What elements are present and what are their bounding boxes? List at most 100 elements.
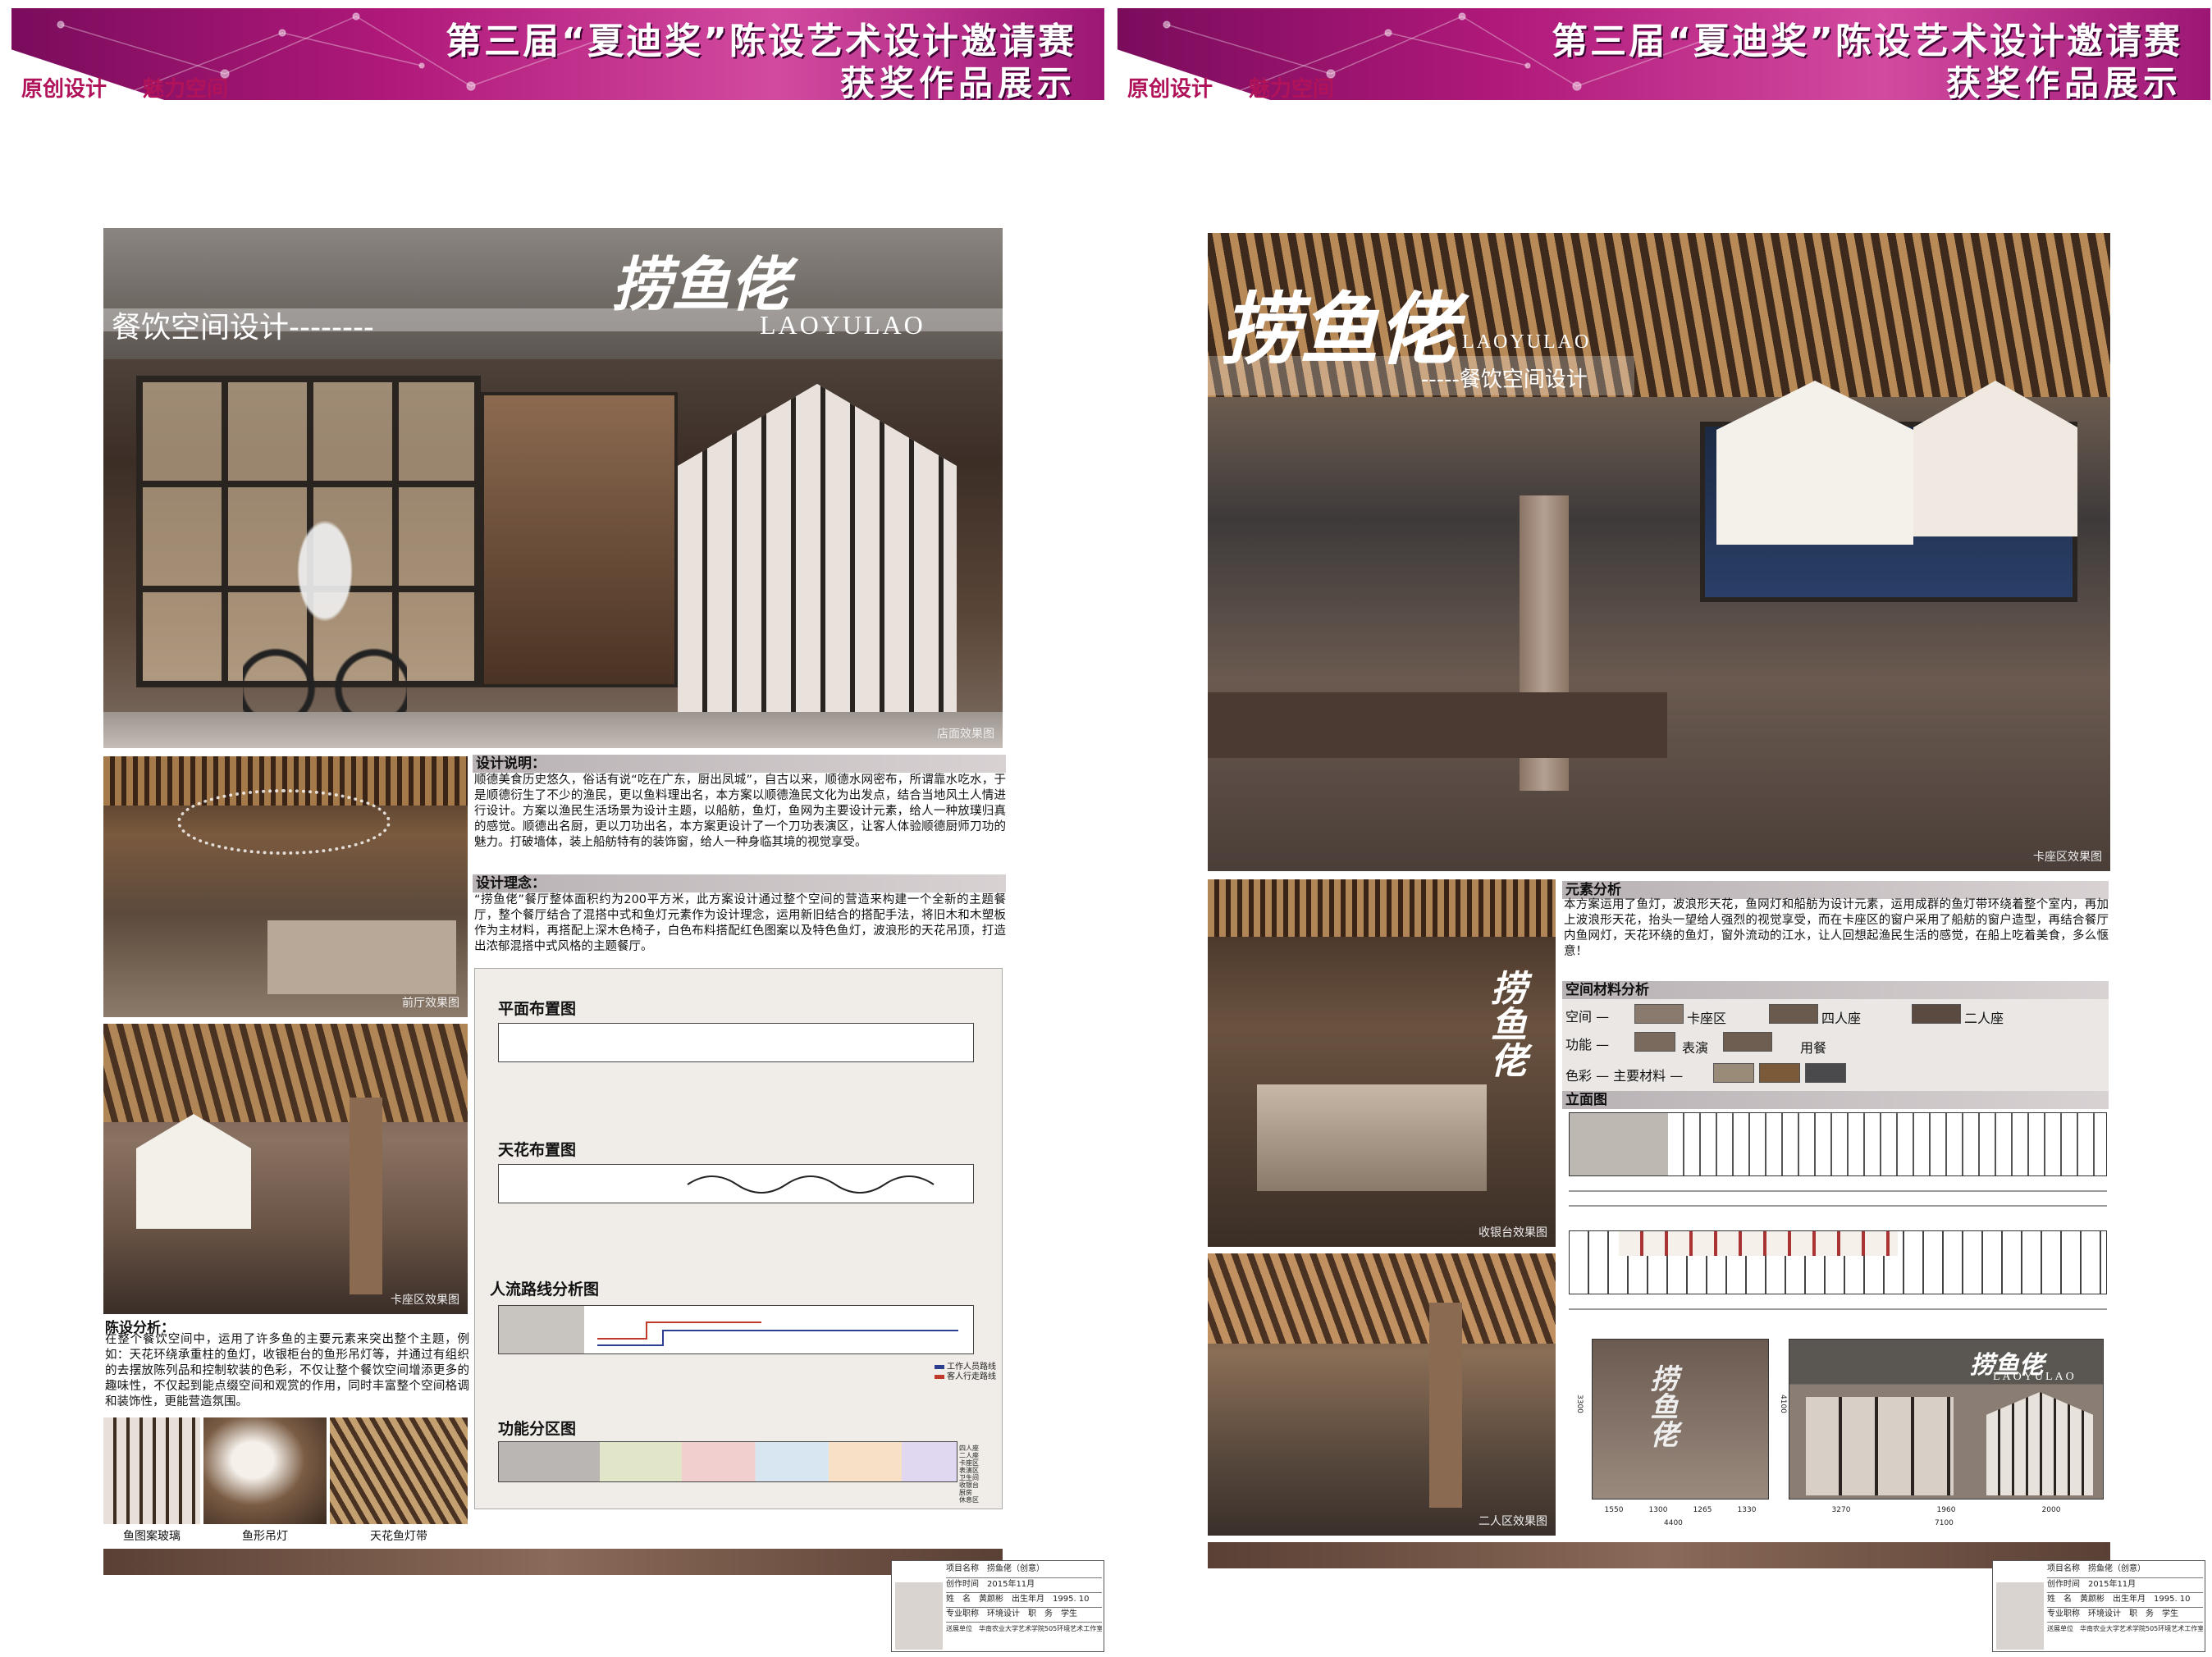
swatch-wood (1713, 1063, 1754, 1083)
plan-title-layout: 平面布置图 (498, 1000, 577, 1018)
booth-hero-render: 捞鱼佬 LAOYULAO -----餐饮空间设计 卡座区效果图 (1208, 233, 2110, 871)
card-row: 创作时间 2015年11月 (2047, 1577, 2203, 1591)
swatch-two (1912, 1004, 1961, 1024)
fish-lights (177, 789, 391, 855)
plan-strip-layout (498, 1023, 974, 1062)
wood-ceiling (1208, 879, 1556, 937)
elevation-c-dims: 1550 1300 1265 1330 (1604, 1506, 1757, 1514)
elevation-d-dims: 3270 1960 2000 (1831, 1506, 2061, 1514)
materials-booth-label: 卡座区 (1687, 1011, 1727, 1026)
legend-item: 卫生间 (959, 1474, 979, 1481)
detail-fish-lamp (203, 1417, 327, 1524)
detail-ceiling-lights (330, 1417, 468, 1524)
elevation-d: 捞鱼佬 LAOYULAO (1789, 1339, 2104, 1500)
elements-text: 本方案运用了鱼灯，波浪形天花，鱼网灯和船舫为设计元素，运用成群的鱼灯带环绕着整个… (1564, 898, 2109, 958)
avatar (895, 1582, 943, 1650)
house-facade (678, 384, 957, 712)
cashier-counter (1257, 1084, 1487, 1191)
elevation-c-total: 4400 (1664, 1519, 1683, 1527)
elevation-b-dims (1569, 1308, 2107, 1310)
design-desc-title: 设计说明： (473, 755, 1006, 773)
booth-canopy (136, 1114, 251, 1229)
cashier-caption: 收银台效果图 (1478, 1226, 1547, 1239)
booth-canopy (1716, 381, 1913, 545)
display-text: 在整个餐饮空间中，运用了许多鱼的主要元素来突出整个主题，例如：天花环绕承重柱的鱼… (105, 1333, 469, 1408)
card-row: 专业职称 环境设计 职 务 学生 (946, 1607, 1102, 1620)
swatch-walnut (1759, 1063, 1800, 1083)
elevation-d-total: 7100 (1935, 1519, 1954, 1527)
front-hall-caption: 前厅效果图 (402, 997, 459, 1010)
elevation-c-logo: 捞鱼佬 (1645, 1364, 1678, 1448)
design-concept-text: “捞鱼佬”餐厅整体面积约为200平方米，此方案设计通过整个空间的营造来构建一个全… (474, 893, 1006, 953)
tagline: 原创设计 魅力空间 (1127, 72, 1370, 103)
detail-fish-glass (103, 1417, 200, 1524)
storefront-render: 捞鱼佬 LAOYULAO 餐饮空间设计-------- 店面效果图 (103, 228, 1003, 748)
dining-table (1208, 692, 1667, 758)
design-concept-title: 设计理念： (473, 874, 1006, 892)
tagline-original: 原创设计 (1127, 77, 1213, 102)
tagline-original: 原创设计 (21, 77, 107, 102)
materials-show-label: 表演 (1682, 1040, 1709, 1056)
materials-title: 空间材料分析 (1562, 981, 2109, 999)
elevation-d-height: 4100 (1779, 1395, 1787, 1413)
center-shop (481, 392, 678, 687)
elevation-a (1569, 1112, 2107, 1176)
hero-heading: 餐饮空间设计-------- (112, 311, 374, 345)
column (350, 1098, 382, 1294)
wave-ceiling (103, 1024, 468, 1122)
storefront-caption: 店面效果图 (937, 728, 994, 741)
swatch-slate (1805, 1063, 1846, 1083)
avatar (1996, 1582, 2044, 1650)
card-row: 姓 名 黄颜彬 出生年月 1995. 10 (2047, 1592, 2203, 1605)
elevation-d-window (1806, 1397, 1954, 1495)
plan-strip-ceiling (498, 1164, 974, 1203)
plans-panel: 平面布置图 天花布置图 人流路线分析图 工作人员路线 客人行走路线 功能分区图 … (474, 968, 1003, 1509)
two-seat-caption: 二人区效果图 (1478, 1515, 1547, 1528)
poster-right: 第三届“夏迪奖”陈设艺术设计邀请赛 获奖作品展示 原创设计 魅力空间 捞鱼佬 LA… (1106, 0, 2212, 1657)
card-row: 姓 名 黄颜彬 出生年月 1995. 10 (946, 1592, 1102, 1605)
footer-strip (1208, 1542, 2110, 1568)
detail-label-glass: 鱼图案玻璃 (123, 1530, 181, 1543)
card-row: 项目名称 捞鱼佬（创意） (946, 1564, 1044, 1573)
card-row: 送展单位 华南农业大学艺术学院505环境艺术工作室 (2047, 1622, 2203, 1635)
circulation-legend: 工作人员路线 客人行走路线 (935, 1363, 996, 1382)
circulation-lines (597, 1321, 958, 1346)
pavement (103, 712, 1003, 748)
cashier-logo: 捞鱼佬 (1484, 970, 1526, 1078)
card-row: 专业职称 环境设计 职 务 学生 (2047, 1607, 2203, 1620)
poster-left: 第三届“夏迪奖”陈设艺术设计邀请赛 获奖作品展示 原创设计 魅力空间 捞鱼佬 LA… (0, 0, 1106, 1657)
materials-row-color: 色彩 — 主要材料 — (1565, 1068, 1684, 1084)
elevation-d-house (1986, 1392, 2093, 1495)
materials-two-label: 二人座 (1964, 1011, 2004, 1026)
detail-label-lamp: 鱼形吊灯 (242, 1530, 288, 1543)
swatch-four (1769, 1004, 1818, 1024)
elevation-c-height: 3300 (1575, 1395, 1584, 1413)
legend-item: 表演区 (959, 1467, 979, 1474)
elevation-c: 捞鱼佬 (1592, 1339, 1769, 1500)
tagline-charm: 魅力空间 (143, 77, 229, 102)
front-hall-render: 前厅效果图 (103, 756, 468, 1017)
legend-guest-route: 客人行走路线 (947, 1372, 996, 1381)
hero-caption: 卡座区效果图 (2033, 851, 2102, 864)
card-row: 送展单位 华南农业大学艺术学院505环境艺术工作室 (946, 1622, 1102, 1635)
function-legend: 四人座 二人座 卡座区 表演区 卫生间 收银台 厨房 休息区 (959, 1445, 979, 1504)
card-row: 项目名称 捞鱼佬（创意） (2047, 1564, 2146, 1573)
wave-ceiling (1208, 1253, 1556, 1344)
plan-title-function: 功能分区图 (498, 1420, 577, 1438)
two-seat-render: 二人区效果图 (1208, 1253, 1556, 1536)
hero-heading: -----餐饮空间设计 (1421, 367, 1588, 392)
design-desc-text: 顺德美食历史悠久，俗话有说“吃在广东，厨出凤城”，自古以来，顺德水网密布，所谓靠… (474, 774, 1006, 849)
banner-subtitle: 获奖作品展示 (1945, 63, 2182, 100)
legend-item: 四人座 (959, 1445, 979, 1452)
materials-panel: 空间 — 卡座区 四人座 二人座 功能 — 表演 用餐 色彩 — 主要材料 — (1562, 999, 2109, 1091)
tagline: 原创设计 魅力空间 (21, 72, 264, 103)
materials-row-space: 空间 — (1565, 1009, 1610, 1025)
swatch-dine (1723, 1032, 1772, 1052)
swatch-booth (1634, 1004, 1684, 1024)
author-card: 项目名称 捞鱼佬（创意） 创作时间 2015年11月 姓 名 黄颜彬 出生年月 … (1992, 1560, 2205, 1652)
elevation-title: 立面图 (1562, 1091, 2109, 1109)
legend-item: 收银台 (959, 1481, 979, 1489)
materials-four-label: 四人座 (1821, 1011, 1862, 1026)
elevation-b (1569, 1230, 2107, 1294)
booth-render: 卡座区效果图 (103, 1024, 468, 1314)
